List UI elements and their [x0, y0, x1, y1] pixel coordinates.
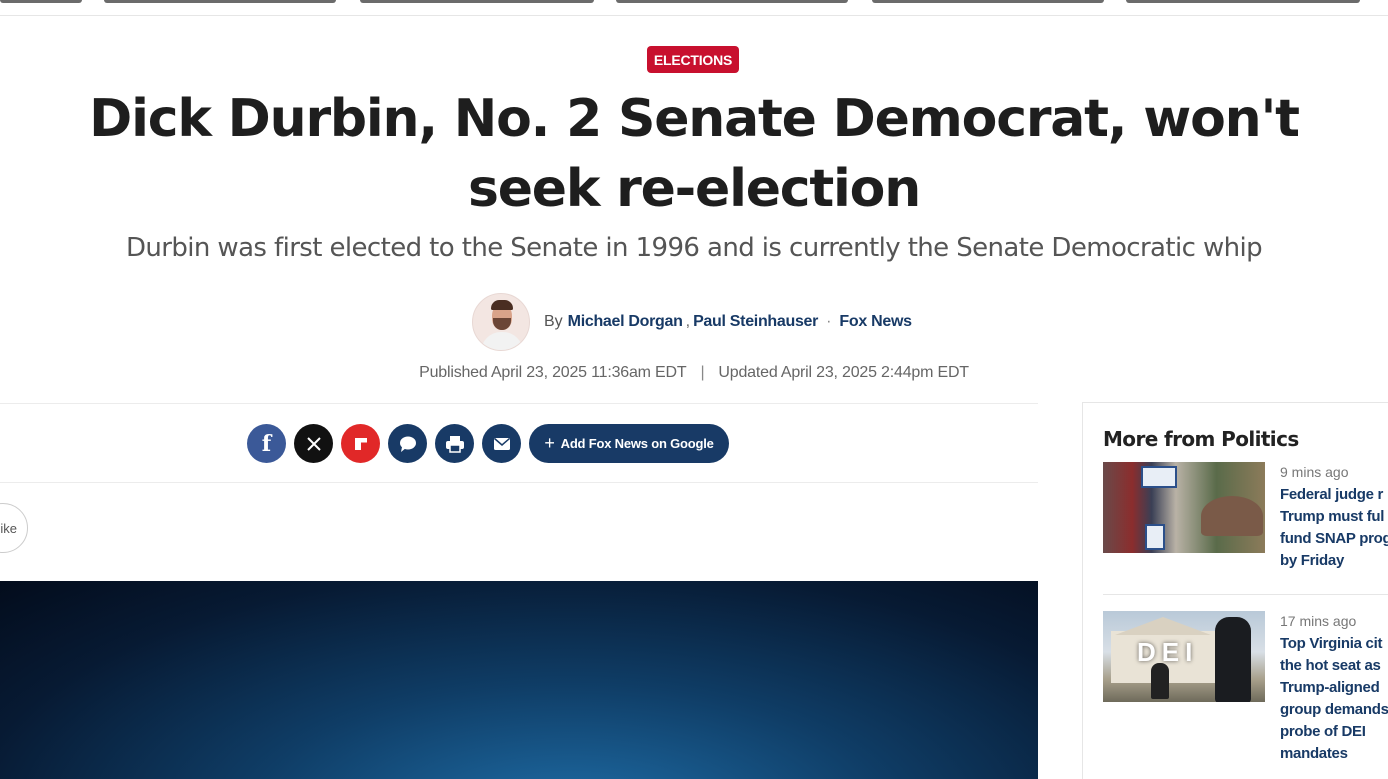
story-time: 17 mins ago — [1280, 613, 1357, 629]
sidebar-divider — [1103, 594, 1388, 595]
like-label: ike — [0, 520, 17, 536]
top-thumbnail[interactable] — [616, 0, 848, 3]
article-subtitle: Durbin was first elected to the Senate i… — [125, 233, 1263, 263]
author-separator: , — [685, 313, 691, 330]
sidebar-title: More from Politics — [1103, 427, 1299, 451]
author-link-michael-dorgan[interactable]: Michael Dorgan — [568, 313, 683, 331]
source-dot: · — [826, 313, 832, 330]
author-avatar[interactable] — [472, 293, 530, 351]
share-bar: f + Add Fox News on Google — [0, 403, 1038, 483]
article-title: Dick Durbin, No. 2 Senate Democrat, won'… — [89, 89, 1300, 219]
print-icon[interactable] — [435, 424, 474, 463]
top-thumbnail[interactable] — [872, 0, 1104, 3]
story-time: 9 mins ago — [1280, 464, 1349, 480]
updated-date: Updated April 23, 2025 2:44pm EDT — [718, 364, 969, 381]
flipboard-icon[interactable] — [341, 424, 380, 463]
story-headline-link[interactable]: Federal judge r Trump must ful fund SNAP… — [1280, 484, 1388, 572]
email-icon[interactable] — [482, 424, 521, 463]
article-dates: Published April 23, 2025 11:36am EDT | Upd… — [0, 364, 1388, 382]
date-separator: | — [700, 364, 705, 381]
plus-icon: + — [544, 433, 555, 453]
category-badge[interactable]: ELECTIONS — [647, 46, 739, 73]
thumbnail-text: DEI — [1137, 637, 1199, 667]
byline-prefix: By — [544, 313, 563, 330]
published-date: Published April 23, 2025 11:36am EDT — [419, 364, 687, 381]
x-icon[interactable] — [294, 424, 333, 463]
like-button[interactable]: ike — [0, 503, 28, 553]
hero-video[interactable] — [0, 581, 1038, 779]
ebt-sign — [1145, 524, 1165, 550]
story-headline-link[interactable]: Top Virginia cit the hot seat as Trump-a… — [1280, 633, 1388, 765]
umbrella-shape — [1201, 496, 1263, 536]
top-video-strip — [0, 0, 1388, 16]
source-link-fox-news[interactable]: Fox News — [839, 313, 912, 331]
add-fox-news-on-google-button[interactable]: + Add Fox News on Google — [529, 424, 729, 463]
person-figure — [1151, 663, 1169, 699]
ebt-sign — [1141, 466, 1177, 488]
byline: By Michael Dorgan , Paul Steinhauser · F… — [472, 293, 912, 351]
story-thumbnail[interactable] — [1103, 462, 1265, 553]
top-thumbnail[interactable] — [1126, 0, 1360, 3]
top-thumbnail[interactable] — [104, 0, 336, 3]
top-thumbnail[interactable] — [360, 0, 594, 3]
more-from-politics-sidebar: More from Politics 9 mins ago Federal ju… — [1082, 402, 1388, 779]
facebook-icon[interactable]: f — [247, 424, 286, 463]
add-google-label: Add Fox News on Google — [560, 436, 714, 451]
author-link-paul-steinhauser[interactable]: Paul Steinhauser — [693, 313, 818, 331]
comment-icon[interactable] — [388, 424, 427, 463]
top-thumbnail[interactable] — [0, 0, 82, 3]
person-figure — [1215, 617, 1251, 702]
story-thumbnail[interactable]: DEI — [1103, 611, 1265, 702]
